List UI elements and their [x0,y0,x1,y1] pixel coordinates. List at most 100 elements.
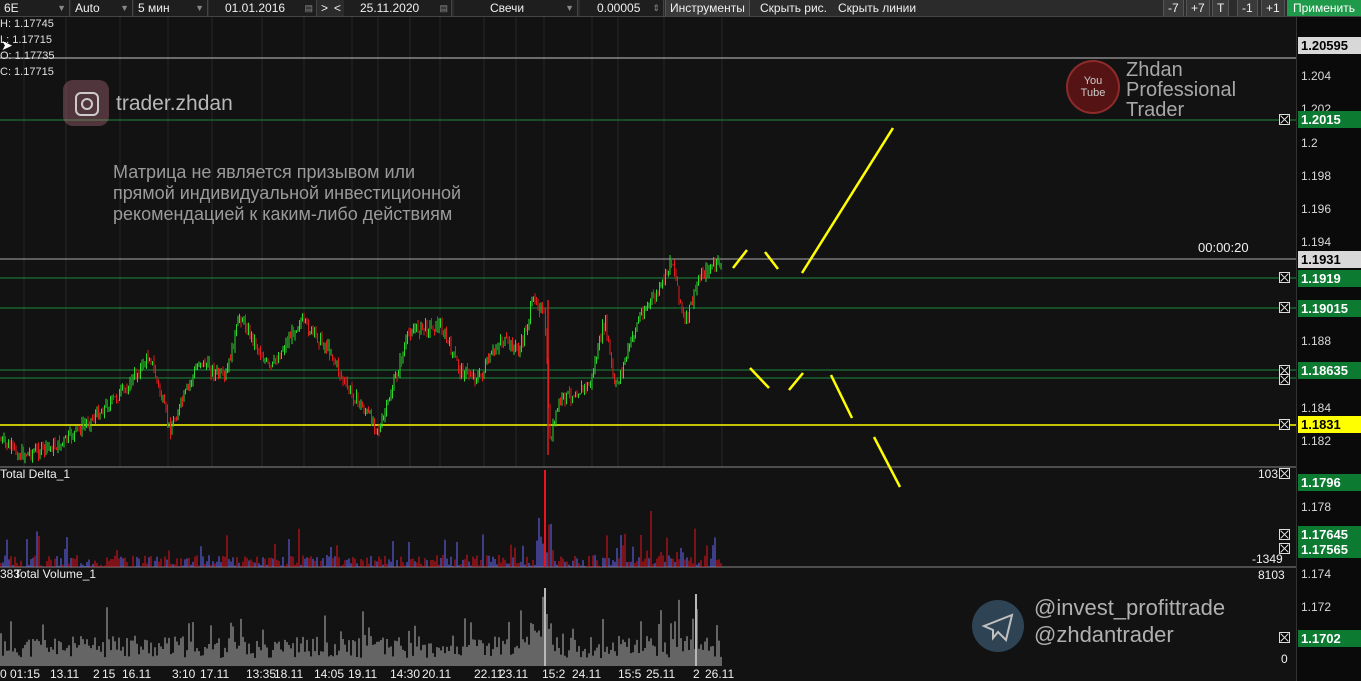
zoom-minus1-button[interactable]: -1 [1237,0,1258,16]
ohlc-close: C: 1.17715 [0,66,54,78]
price-level-label: 1.1702 [1298,630,1361,647]
tick-size-value: 0.00005 [597,1,641,15]
time-label: 19.11 [348,667,378,681]
nav-prev-button[interactable]: < [334,0,341,16]
disclaimer-line: прямой индивидуальной инвестиционной [113,183,462,203]
delta-panel-title: Total Delta_1 [0,467,71,481]
time-label: 18.11 [274,667,304,681]
volume-min-value: 0 [1281,652,1288,666]
calendar-icon[interactable]: ▤ [439,0,448,16]
price-tick: 1.198 [1301,169,1332,183]
date-from-value: 01.01.2016 [225,1,286,15]
close-icon[interactable] [1279,419,1290,430]
price-tick: 1.194 [1301,235,1332,249]
mode-select[interactable]: Auto ▼ [71,0,133,16]
toolbar: 6E ▼ Auto ▼ 5 мин ▼ 01.01.2016 ▤ > < 25.11.2… [0,0,1361,17]
hide-drawings-button[interactable]: Скрыть рис. [760,0,827,16]
chart-canvas[interactable] [0,17,1296,681]
time-label: 24.11 [572,667,602,681]
price-level-label: 1.2015 [1298,111,1361,128]
time-label: 15:2 [542,667,566,681]
mode-value: Auto [75,1,100,15]
forecast-sketch-line [829,374,854,419]
instagram-handle: trader.zhdan [116,92,233,115]
brand-line: Trader [1126,99,1185,121]
price-level-label: 1.1796 [1298,474,1361,491]
forecast-sketch-line [800,127,895,274]
spinner-icon[interactable]: ⇕ [652,0,660,16]
price-tick: 1.182 [1301,434,1332,448]
close-icon[interactable] [1279,374,1290,385]
time-label: 13.11 [50,667,80,681]
price-level-label: 1.1931 [1298,251,1361,268]
candle-timer: 00:00:20 [1198,240,1249,255]
zoom-plus7-button[interactable]: +7 [1186,0,1210,16]
price-tick: 1.196 [1301,202,1332,216]
symbol-value: 6E [4,1,19,15]
time-label: 2 [693,667,700,681]
close-icon[interactable] [1279,272,1290,283]
time-label: 26.11 [705,667,735,681]
calendar-icon[interactable]: ▤ [304,0,313,16]
zoom-plus1-button[interactable]: +1 [1261,0,1285,16]
price-tick: 1.178 [1301,500,1332,514]
time-label: 14:05 [314,667,345,681]
delta-min-value: -1349 [1252,552,1283,566]
price-tick: 1.184 [1301,401,1332,415]
close-icon[interactable] [1279,114,1290,125]
brand-line: Zhdan [1126,59,1183,81]
chevron-down-icon: ▼ [195,3,204,13]
time-label: 0 01:15 [0,667,41,681]
t-button[interactable]: T [1212,0,1230,16]
zoom-minus7-button[interactable]: -7 [1163,0,1184,16]
time-label: 20.11 [422,667,452,681]
delta-max-value: 103 [1258,467,1279,481]
chevron-down-icon: ▼ [120,3,129,13]
hide-lines-button[interactable]: Скрыть линии [838,0,916,16]
price-level-label: 1.1831 [1298,416,1361,433]
forecast-sketch-line [872,436,902,488]
price-tick: 1.188 [1301,334,1332,348]
forecast-sketch-line [764,251,779,270]
time-label: 25.11 [646,667,676,681]
chevron-down-icon: ▼ [57,3,66,13]
price-tick: 1.2 [1301,136,1318,150]
apply-button[interactable]: Применить [1287,0,1361,16]
chart-type-value: Свечи [490,1,525,15]
timeframe-select[interactable]: 5 мин ▼ [134,0,208,16]
date-to-field[interactable]: 25.11.2020 ▤ [344,0,452,16]
close-icon[interactable] [1279,632,1290,643]
youtube-logo-text: You Tube [1080,75,1106,99]
chart-type-select[interactable]: Свечи ▼ [454,0,578,16]
close-icon[interactable] [1279,543,1290,554]
price-level-label: 1.17565 [1298,541,1361,558]
close-icon[interactable] [1279,468,1290,479]
telegram-handles: @invest_profittrade @zhdantrader [1034,594,1225,648]
time-label: 14:30 [390,667,421,681]
date-from-field[interactable]: 01.01.2016 ▤ [209,0,317,16]
price-level-label: 1.20595 [1298,37,1361,54]
telegram-icon [972,600,1024,652]
forecast-sketch-line [788,372,804,391]
time-label: 15 [102,667,116,681]
close-icon[interactable] [1279,302,1290,313]
disclaimer: Матрица не является призывом или прямой … [113,162,461,225]
time-label: 23.11 [499,667,529,681]
chart-area[interactable] [0,17,1296,681]
brand-line: Professional [1126,79,1237,101]
tick-size-field[interactable]: 0.00005 ⇕ [580,0,664,16]
ohlc-high: H: 1.17745 [0,18,54,30]
disclaimer-line: Матрица не является призывом или [113,162,416,182]
youtube-icon: You Tube [1066,60,1120,114]
timeframe-value: 5 мин [138,1,170,15]
symbol-select[interactable]: 6E ▼ [0,0,70,16]
time-label: 17.11 [200,667,230,681]
tools-button[interactable]: Инструменты [665,0,750,16]
time-label: 2 [93,667,100,681]
time-label: 15:5 [618,667,642,681]
cursor-icon: ➤ [1,37,13,53]
close-icon[interactable] [1279,529,1290,540]
time-label: 3:10 [172,667,196,681]
volume-panel-title: Total Volume_1 [14,567,97,581]
nav-next-button[interactable]: > [321,0,328,16]
